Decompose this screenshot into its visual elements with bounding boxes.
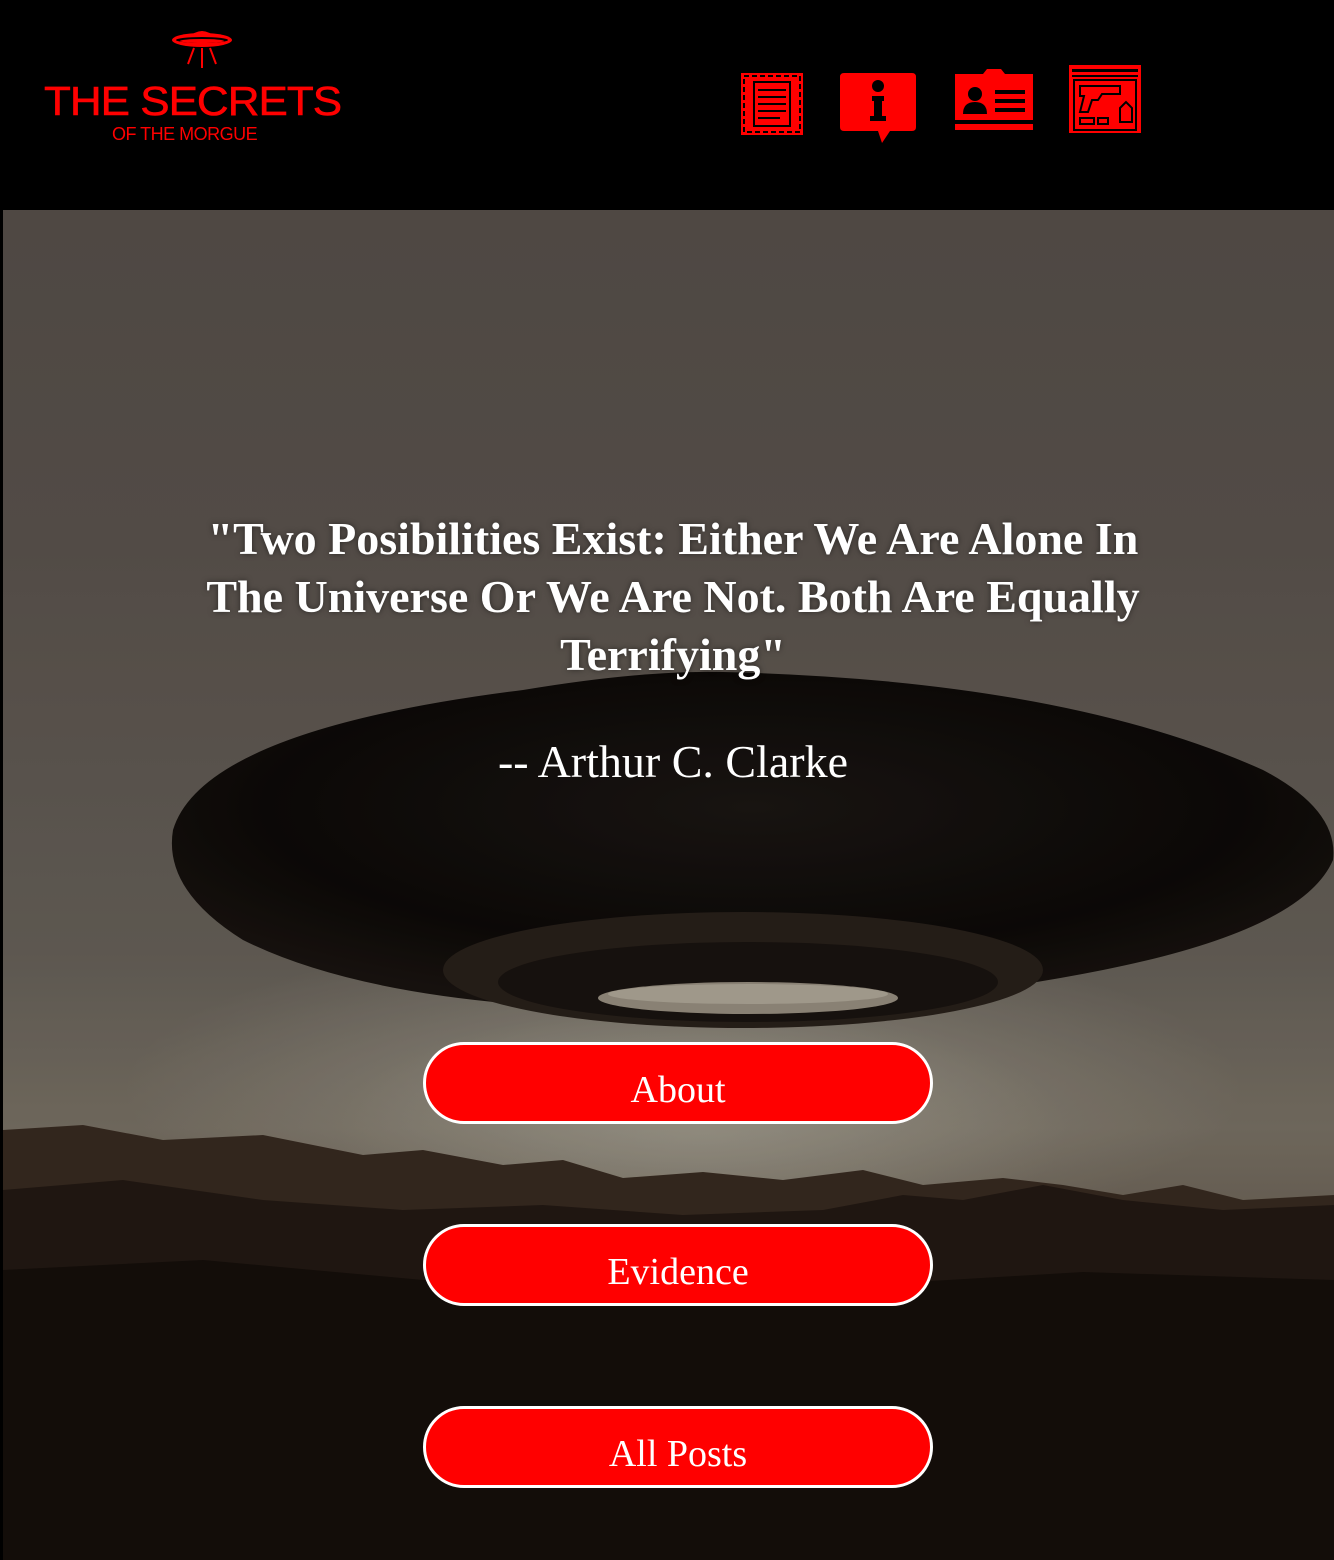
all-posts-button[interactable]: All Posts	[423, 1406, 933, 1488]
hero-overlay	[3, 210, 1334, 1560]
logo-title: THE SECRETS	[44, 79, 343, 125]
quote-author: -- Arthur C. Clarke	[497, 736, 849, 787]
site-logo[interactable]: THE SECRETS OF THE MORGUE	[44, 26, 364, 150]
evidence-button[interactable]: Evidence	[423, 1224, 933, 1306]
ufo-icon	[172, 31, 232, 68]
contact-card-icon[interactable]	[953, 68, 1035, 132]
hero-quote: "Two Posibilities Exist: Either We Are A…	[206, 513, 1140, 680]
case-file-icon[interactable]	[740, 72, 804, 136]
logo-subtitle: OF THE MORGUE	[112, 124, 258, 144]
site-header: THE SECRETS OF THE MORGUE	[0, 0, 1334, 210]
hero-section: "Two Posibilities Exist: Either We Are A…	[3, 210, 1334, 1560]
info-icon[interactable]	[838, 71, 918, 145]
about-button[interactable]: About	[423, 1042, 933, 1124]
evidence-gun-icon[interactable]	[1068, 64, 1142, 134]
